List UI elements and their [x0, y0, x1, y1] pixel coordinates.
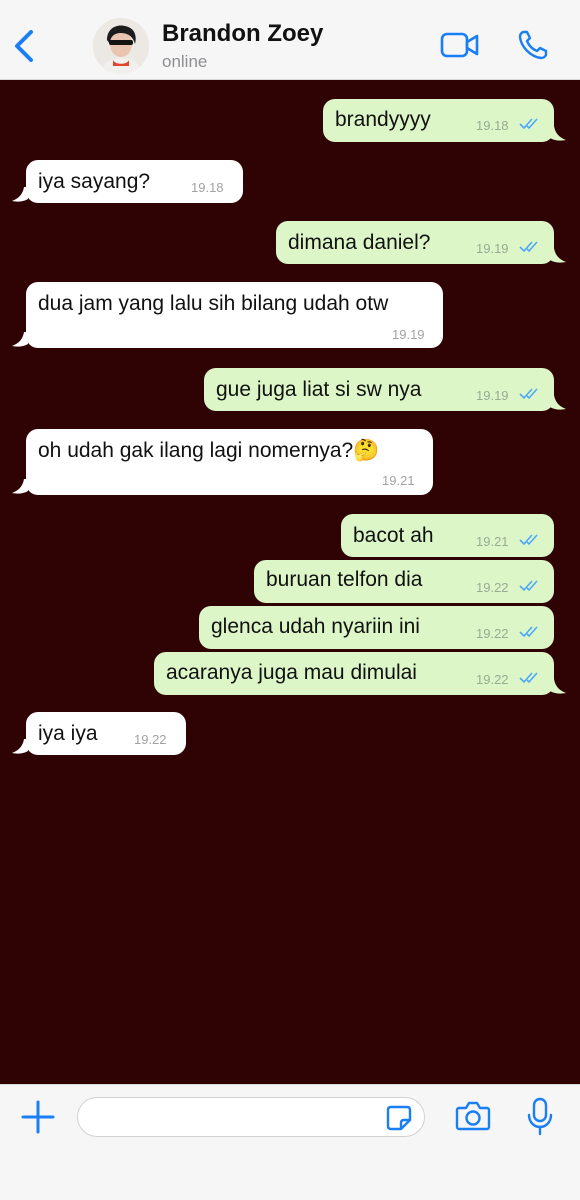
- read-receipt-icon: [519, 580, 538, 592]
- camera-icon[interactable]: [455, 1099, 491, 1133]
- message-time: 19.21: [476, 534, 509, 549]
- message-input[interactable]: [77, 1097, 425, 1137]
- message-text: iya sayang?: [38, 170, 151, 193]
- bubble-tail-incoming: [12, 187, 28, 202]
- message-time: 19.22: [134, 732, 167, 747]
- message-text: glenca udah nyariin ini: [211, 615, 420, 638]
- message-bubble-outgoing[interactable]: brandyyyy 19.18: [323, 99, 554, 142]
- plus-icon[interactable]: [20, 1099, 56, 1135]
- composer-bar: [0, 1084, 580, 1200]
- message-list[interactable]: brandyyyy 19.18 iya sayang? 19.18 dimana…: [0, 80, 580, 1084]
- message-bubble-outgoing[interactable]: glenca udah nyariin ini 19.22: [199, 606, 554, 649]
- bubble-tail-outgoing: [550, 679, 566, 694]
- read-receipt-icon: [519, 626, 538, 638]
- sticker-icon[interactable]: [385, 1104, 413, 1132]
- bubble-tail-outgoing: [550, 248, 566, 263]
- message-time: 19.19: [392, 327, 425, 342]
- message-text: brandyyyy: [335, 108, 431, 131]
- read-receipt-icon: [519, 388, 538, 400]
- message-bubble-outgoing[interactable]: gue juga liat si sw nya 19.19: [204, 368, 554, 411]
- video-camera-icon[interactable]: [440, 30, 480, 60]
- message-bubble-outgoing[interactable]: bacot ah 19.21: [341, 514, 554, 557]
- avatar-photo: [93, 18, 149, 74]
- message-text: bacot ah: [353, 524, 434, 547]
- message-text: dimana daniel?: [288, 231, 431, 254]
- bubble-tail-outgoing: [550, 126, 566, 141]
- contact-name[interactable]: Brandon Zoey: [162, 20, 323, 48]
- message-time: 19.22: [476, 580, 509, 595]
- message-time: 19.18: [191, 180, 224, 195]
- message-text: iya iya: [38, 722, 98, 745]
- message-text: buruan telfon dia: [266, 568, 423, 591]
- message-time: 19.21: [382, 473, 415, 488]
- bubble-tail-incoming: [12, 479, 28, 494]
- read-receipt-icon: [519, 241, 538, 253]
- message-bubble-outgoing[interactable]: acaranya juga mau dimulai 19.22: [154, 652, 554, 695]
- message-text: dua jam yang lalu sih bilang udah otw: [38, 292, 389, 315]
- chevron-left-icon[interactable]: [10, 26, 38, 66]
- read-receipt-icon: [519, 118, 538, 130]
- message-bubble-incoming[interactable]: iya sayang? 19.18: [26, 160, 243, 203]
- message-time: 19.19: [476, 241, 509, 256]
- phone-icon[interactable]: [517, 29, 549, 61]
- message-bubble-incoming[interactable]: dua jam yang lalu sih bilang udah otw 19…: [26, 282, 443, 348]
- contact-status: online: [162, 52, 208, 71]
- message-bubble-outgoing[interactable]: dimana daniel? 19.19: [276, 221, 554, 264]
- message-text: oh udah gak ilang lagi nomernya?🤔: [38, 439, 380, 462]
- message-time: 19.19: [476, 388, 509, 403]
- avatar[interactable]: [93, 18, 149, 74]
- message-bubble-incoming[interactable]: iya iya 19.22: [26, 712, 186, 755]
- read-receipt-icon: [519, 534, 538, 546]
- message-text: acaranya juga mau dimulai: [166, 661, 417, 684]
- message-text: gue juga liat si sw nya: [216, 378, 422, 401]
- message-time: 19.22: [476, 672, 509, 687]
- microphone-icon[interactable]: [527, 1097, 553, 1137]
- message-bubble-incoming[interactable]: oh udah gak ilang lagi nomernya?🤔 19.21: [26, 429, 433, 495]
- message-time: 19.22: [476, 626, 509, 641]
- bubble-tail-outgoing: [550, 395, 566, 410]
- message-bubble-outgoing[interactable]: buruan telfon dia 19.22: [254, 560, 554, 603]
- bubble-tail-incoming: [12, 739, 28, 754]
- chat-header: Brandon Zoey online: [0, 0, 580, 80]
- message-time: 19.18: [476, 118, 509, 133]
- bubble-tail-incoming: [12, 332, 28, 347]
- read-receipt-icon: [519, 672, 538, 684]
